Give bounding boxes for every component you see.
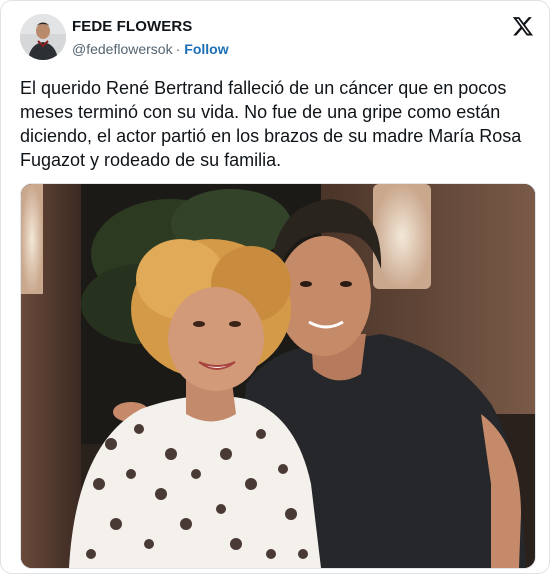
x-logo-icon[interactable] (512, 15, 534, 37)
author-avatar[interactable] (20, 14, 66, 60)
author-display-name[interactable]: FEDE FLOWERS (72, 18, 192, 35)
author-handle[interactable]: @fedeflowersok (72, 41, 173, 57)
avatar-photo (20, 14, 66, 60)
follow-button[interactable]: Follow (184, 41, 228, 57)
photo-image (21, 184, 535, 568)
tweet-photo[interactable] (20, 183, 536, 569)
tweet-card: FEDE FLOWERS @fedeflowersok · Follow El qu… (0, 0, 550, 574)
tweet-text: El querido René Bertrand falleció de un … (20, 78, 522, 170)
separator-dot: · (175, 41, 181, 57)
author-handle-row: @fedeflowersok · Follow (72, 41, 229, 57)
